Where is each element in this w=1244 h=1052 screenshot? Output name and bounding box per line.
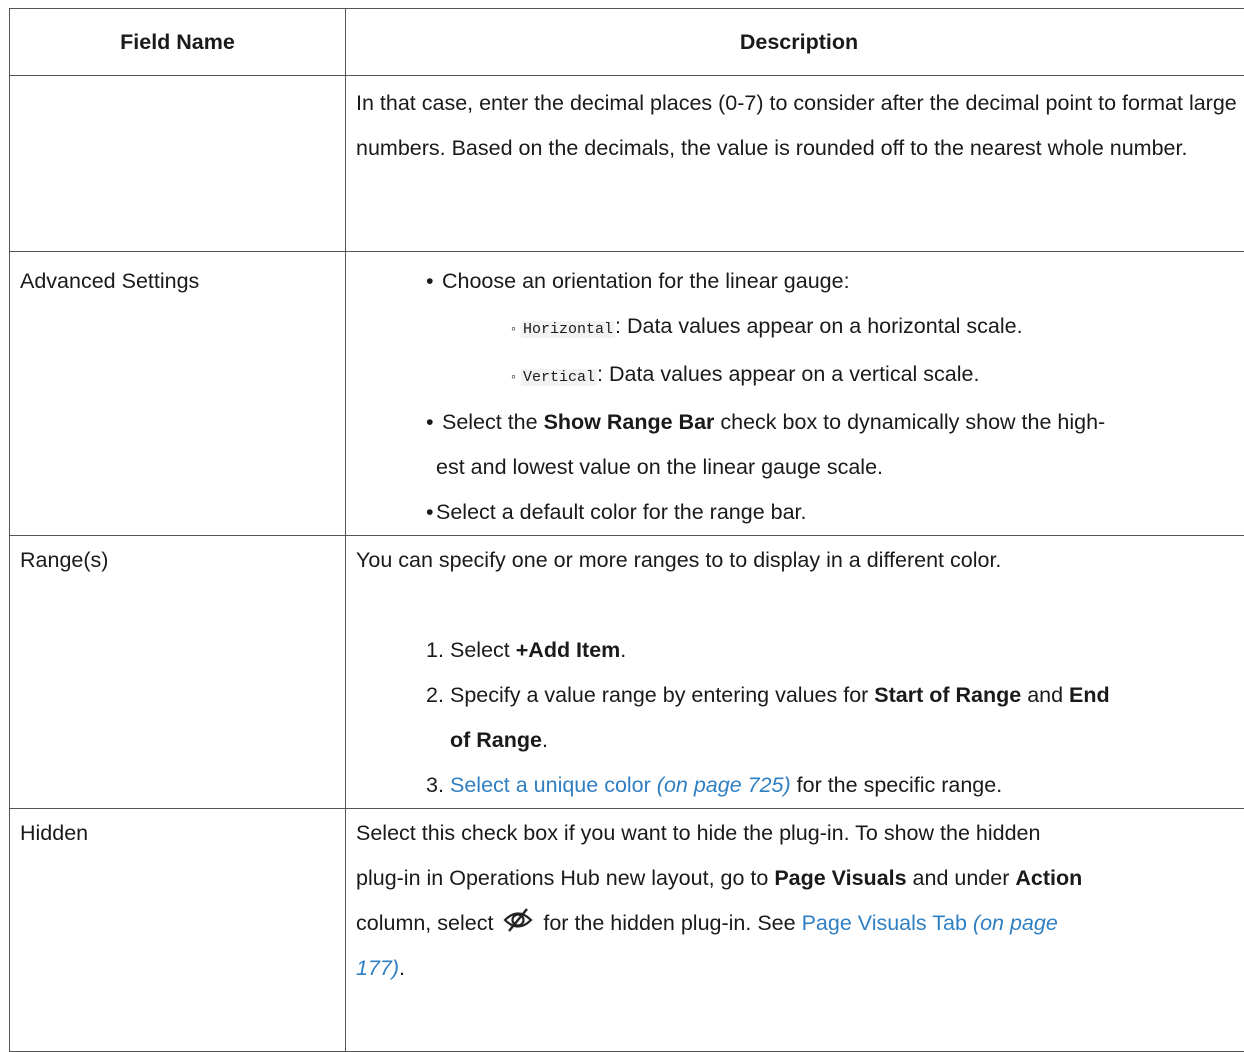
bold-term: End xyxy=(1069,683,1110,707)
list-item: Choose an orientation for the linear gau… xyxy=(426,259,1244,400)
list-item: 2.Specify a value range by entering valu… xyxy=(426,673,1244,763)
bullet-list: Choose an orientation for the linear gau… xyxy=(356,259,1244,535)
field-name-cell xyxy=(10,76,346,252)
table-header-row: Field Name Description xyxy=(10,9,1244,76)
field-name-cell: Range(s) xyxy=(10,536,346,809)
code-term: Horizontal xyxy=(521,321,615,338)
sub-bullet-text: : Data values appear on a horizontal sca… xyxy=(615,314,1023,338)
description-line: plug-in in Operations Hub new layout, go… xyxy=(356,856,1244,901)
step-continuation: of Range. xyxy=(426,718,1244,763)
field-name-cell: Hidden xyxy=(10,809,346,1052)
bullet-text: Select a default color for the range bar… xyxy=(436,500,807,524)
text: . xyxy=(399,956,405,980)
description-line: 177). xyxy=(356,946,1244,991)
page-visuals-tab-link[interactable]: Page Visuals Tab xyxy=(802,911,967,935)
bullet-text: check box to dynamically show the high- xyxy=(714,410,1105,434)
description-line: column, select for the hidden plug-in. S… xyxy=(356,901,1244,946)
table-row: In that case, enter the decimal places (… xyxy=(10,76,1244,252)
text: column, select xyxy=(356,911,499,935)
intro-text: You can specify one or more ranges to to… xyxy=(356,538,1244,583)
text: and under xyxy=(907,866,1016,890)
bold-term: Start of Range xyxy=(874,683,1021,707)
description-cell: Choose an orientation for the linear gau… xyxy=(346,252,1244,536)
description-line: Select this check box if you want to hid… xyxy=(356,811,1244,856)
step-text: Specify a value range by entering values… xyxy=(450,683,874,707)
text: plug-in in Operations Hub new layout, go… xyxy=(356,866,774,890)
step-text: . xyxy=(620,638,626,662)
list-item: Select a default color for the range bar… xyxy=(426,490,1244,535)
bold-term: Page Visuals xyxy=(774,866,906,890)
bold-term: of Range xyxy=(450,728,542,752)
table-row: Range(s) You can specify one or more ran… xyxy=(10,536,1244,809)
bold-term: +Add Item xyxy=(516,638,621,662)
list-item: Vertical: Data values appear on a vertic… xyxy=(511,352,1244,400)
step-text: . xyxy=(542,728,548,752)
list-item: Horizontal: Data values appear on a hori… xyxy=(511,304,1244,352)
step-text: for the specific range. xyxy=(791,773,1003,797)
step-text: and xyxy=(1021,683,1069,707)
description-text: In that case, enter the decimal places (… xyxy=(356,91,1237,160)
list-item: 1.Select +Add Item. xyxy=(426,628,1244,673)
page-reference[interactable]: (on page xyxy=(973,911,1058,935)
field-description-table: Field Name Description In that case, ent… xyxy=(9,8,1244,1052)
text: for the hidden plug-in. See xyxy=(537,911,801,935)
table-row: Hidden Select this check box if you want… xyxy=(10,809,1244,1052)
list-item: Select the Show Range Bar check box to d… xyxy=(426,400,1244,490)
code-term: Vertical xyxy=(521,369,597,386)
bullet-text: Select the xyxy=(442,410,544,434)
select-color-link[interactable]: Select a unique color xyxy=(450,773,651,797)
description-cell: Select this check box if you want to hid… xyxy=(346,809,1244,1052)
field-name-cell: Advanced Settings xyxy=(10,252,346,536)
sub-bullet-text: : Data values appear on a vertical scale… xyxy=(597,362,979,386)
step-text: Select xyxy=(450,638,516,662)
step-number: 1. xyxy=(426,628,450,673)
description-cell: You can specify one or more ranges to to… xyxy=(346,536,1244,809)
list-item: 3.Select a unique color (on page 725) fo… xyxy=(426,763,1244,808)
bold-term: Show Range Bar xyxy=(544,410,715,434)
step-number: 2. xyxy=(426,673,450,718)
description-cell: In that case, enter the decimal places (… xyxy=(346,76,1244,252)
sub-bullet-list: Horizontal: Data values appear on a hori… xyxy=(426,304,1244,400)
steps-list: 1.Select +Add Item. 2.Specify a value ra… xyxy=(356,628,1244,808)
header-description: Description xyxy=(346,9,1244,76)
bullet-continuation: est and lowest value on the linear gauge… xyxy=(426,445,1244,490)
page-reference[interactable]: 177) xyxy=(356,956,399,980)
eye-slash-icon xyxy=(503,905,533,935)
bold-term: Action xyxy=(1015,866,1082,890)
page-reference[interactable]: (on page 725) xyxy=(657,773,791,797)
bullet-text: Choose an orientation for the linear gau… xyxy=(442,269,850,293)
table-row: Advanced Settings Choose an orientation … xyxy=(10,252,1244,536)
step-number: 3. xyxy=(426,763,450,808)
header-field-name: Field Name xyxy=(10,9,346,76)
